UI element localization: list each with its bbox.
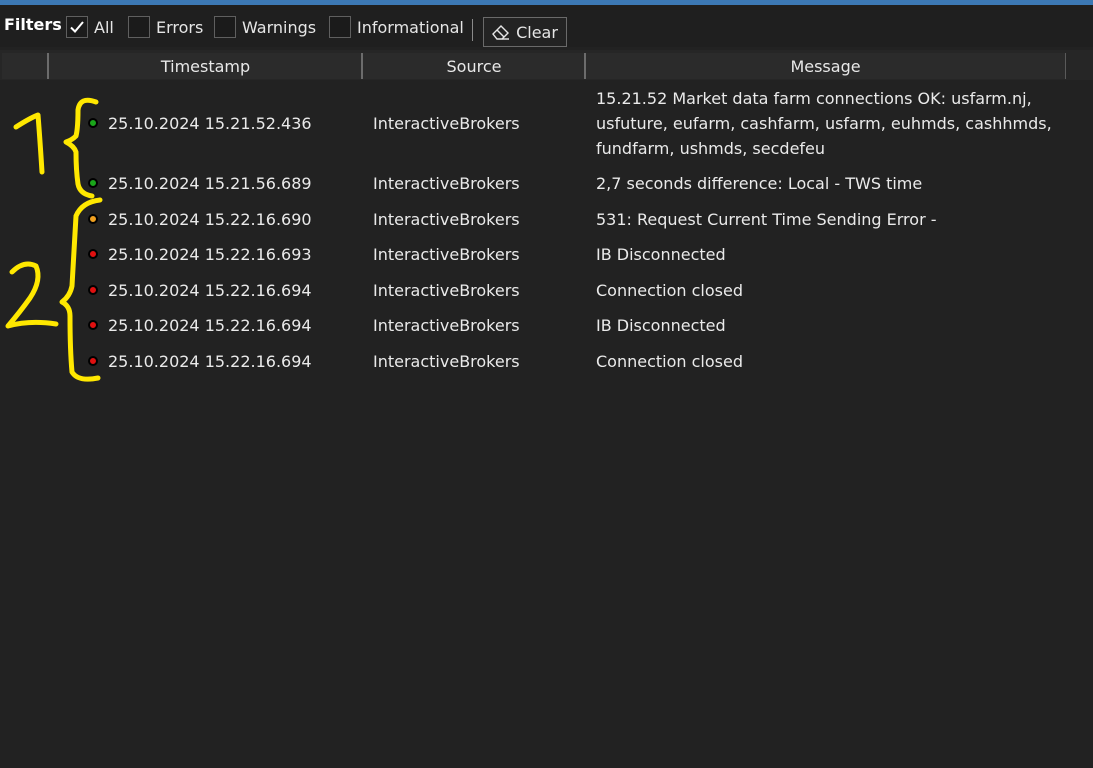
annotation-number-2	[5, 261, 59, 329]
annotation-number-1	[13, 112, 45, 175]
annotation-brace-2	[59, 197, 103, 382]
annotation-brace-1	[63, 97, 99, 199]
handwritten-annotations	[5, 97, 103, 382]
